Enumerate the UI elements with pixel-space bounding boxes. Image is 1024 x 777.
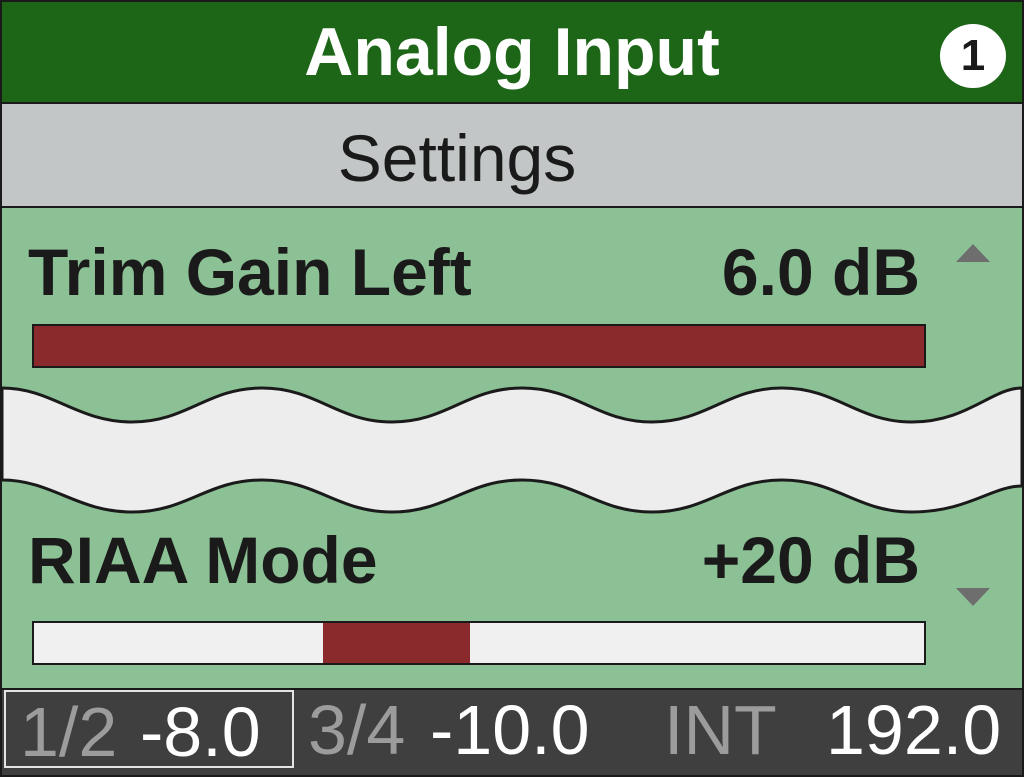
param-value-riaa-mode: +20 dB bbox=[701, 523, 920, 597]
list-break-band bbox=[2, 386, 1022, 514]
status-channel-3-4[interactable]: 3/4 -10.0 bbox=[302, 690, 622, 775]
device-screen: Analog Input 1 Settings Trim Gain Left 6… bbox=[0, 0, 1024, 777]
section-title: Settings bbox=[337, 121, 577, 195]
status-label: 3/4 bbox=[308, 691, 406, 769]
status-bar: 1/2 -8.0 3/4 -10.0 INT 192.0 bbox=[0, 688, 1024, 777]
channel-badge: 1 bbox=[940, 24, 1006, 88]
scroll-down-icon[interactable] bbox=[956, 588, 990, 606]
status-sample-rate[interactable]: INT 192.0 bbox=[642, 690, 1022, 775]
status-channel-1-2[interactable]: 1/2 -8.0 bbox=[4, 690, 294, 771]
riaa-mode-slider[interactable] bbox=[32, 621, 926, 665]
param-label-riaa-mode: RIAA Mode bbox=[28, 523, 378, 597]
list-break-wave bbox=[2, 386, 1022, 514]
status-label: 1/2 bbox=[20, 693, 118, 771]
settings-list: Trim Gain Left 6.0 dB RIAA Mode +20 dB bbox=[0, 208, 1024, 688]
title-bar: Analog Input 1 bbox=[0, 0, 1024, 104]
slider-fill bbox=[323, 623, 471, 663]
status-value: -10.0 bbox=[430, 691, 590, 769]
page-title: Analog Input bbox=[304, 14, 720, 90]
status-value: 192.0 bbox=[826, 691, 1002, 769]
status-label: INT bbox=[664, 691, 777, 769]
subtitle-bar: Settings bbox=[0, 104, 1024, 208]
status-value: -8.0 bbox=[140, 693, 261, 771]
